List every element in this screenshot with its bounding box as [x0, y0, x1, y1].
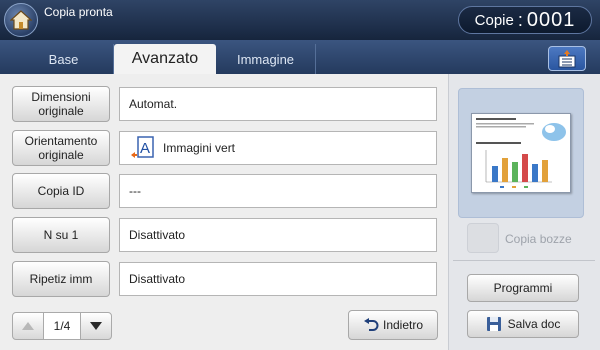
image-repeat-value-text: Disattivato — [129, 272, 186, 286]
job-list-button[interactable] — [548, 46, 586, 71]
programs-button[interactable]: Programmi — [467, 274, 579, 302]
page-down-button[interactable] — [80, 312, 112, 340]
n-up-button[interactable]: N su 1 — [12, 217, 110, 253]
back-button[interactable]: Indietro — [348, 310, 438, 340]
id-copy-value-text: --- — [129, 184, 141, 198]
triangle-down-icon — [90, 322, 102, 330]
portrait-orientation-icon: A — [129, 136, 155, 160]
original-size-value-text: Automat. — [129, 97, 178, 111]
main-panel: Dimensioni originale Automat. Orientamen… — [0, 74, 600, 350]
save-document-button[interactable]: Salva doc — [467, 310, 579, 338]
triangle-up-icon — [22, 322, 34, 330]
proof-copy-checkbox[interactable] — [467, 223, 499, 253]
side-divider — [453, 260, 595, 261]
status-text: Copia pronta — [44, 5, 113, 19]
tab-base[interactable]: Base — [14, 44, 114, 74]
floppy-disk-icon — [486, 317, 501, 331]
save-document-label: Salva doc — [507, 317, 561, 331]
copies-separator: : — [517, 9, 523, 30]
pager: 1/4 — [12, 312, 112, 340]
home-icon — [10, 10, 32, 30]
id-copy-value: --- — [119, 174, 437, 208]
copies-counter[interactable]: Copie : 0001 — [458, 6, 592, 34]
image-repeat-button[interactable]: Ripetiz imm — [12, 261, 110, 297]
header-bar: Copia pronta Copie : 0001 — [0, 0, 600, 40]
original-size-value: Automat. — [119, 87, 437, 121]
home-button[interactable] — [4, 3, 38, 37]
tab-avanzato[interactable]: Avanzato — [114, 44, 216, 74]
original-size-button[interactable]: Dimensioni originale — [12, 86, 110, 122]
copies-value: 0001 — [526, 8, 576, 31]
programs-button-label: Programmi — [493, 281, 553, 295]
copies-label: Copie — [474, 11, 514, 29]
page-up-button[interactable] — [12, 312, 44, 340]
original-orientation-button[interactable]: Orientamento originale — [12, 130, 110, 166]
svg-text:A: A — [140, 140, 150, 157]
tab-bar: Base Avanzato Immagine — [0, 40, 600, 74]
page-indicator: 1/4 — [44, 312, 80, 340]
id-copy-button[interactable]: Copia ID — [12, 173, 110, 209]
proof-copy-label: Copia bozze — [505, 232, 572, 246]
original-orientation-value: A Immagini vert — [119, 131, 437, 165]
original-orientation-value-text: Immagini vert — [163, 141, 236, 155]
document-preview-thumbnail — [471, 113, 571, 193]
n-up-value-text: Disattivato — [129, 228, 186, 242]
side-panel: Copia bozze Programmi Salva doc — [448, 74, 600, 350]
image-repeat-value: Disattivato — [119, 262, 437, 296]
preview-frame — [458, 88, 584, 218]
undo-arrow-icon — [363, 318, 379, 331]
job-list-icon — [558, 49, 576, 67]
n-up-value: Disattivato — [119, 218, 437, 252]
tab-immagine[interactable]: Immagine — [216, 44, 316, 74]
back-button-label: Indietro — [382, 318, 424, 332]
